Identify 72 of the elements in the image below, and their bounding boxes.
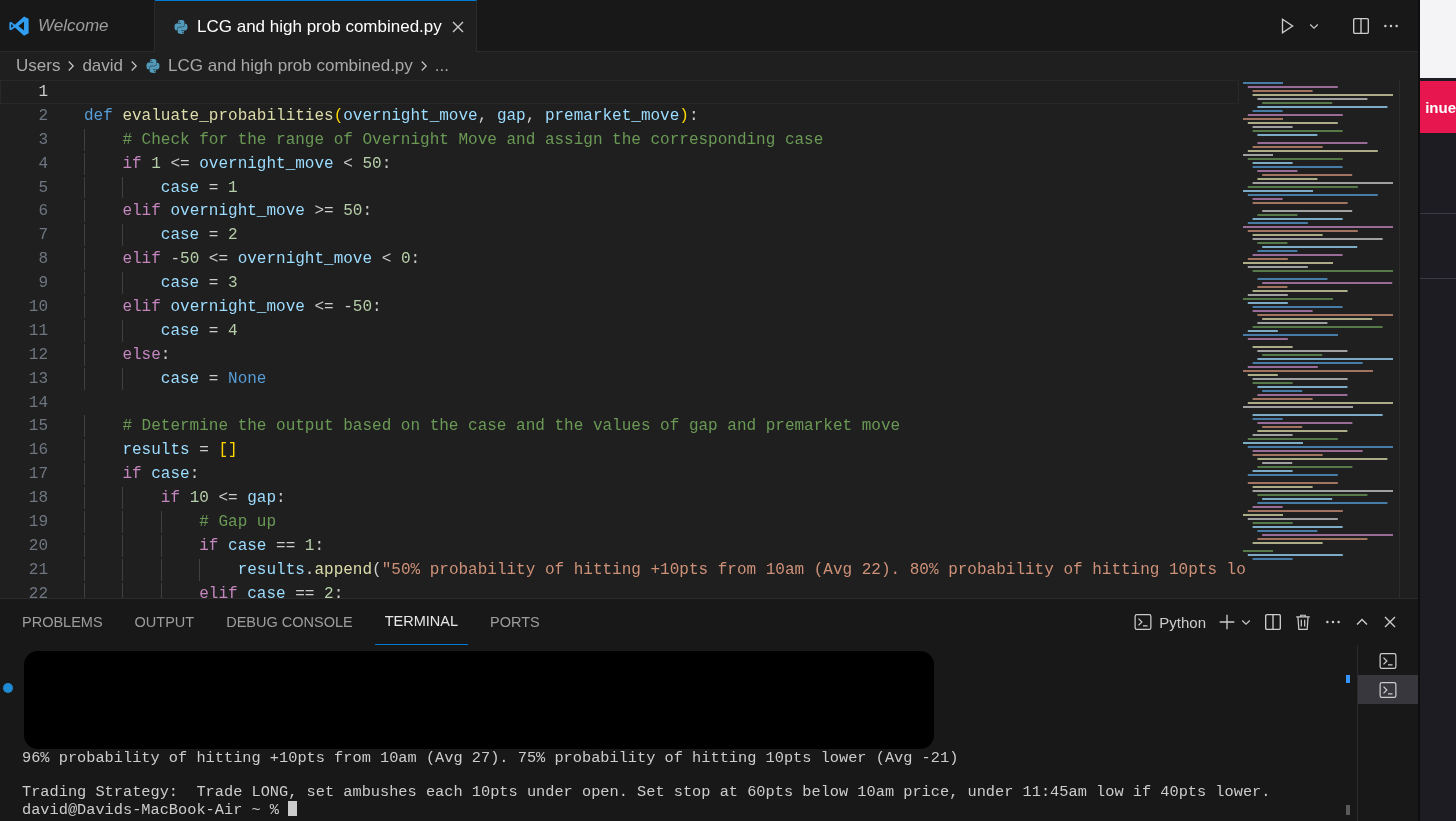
python-file-icon — [173, 18, 189, 35]
line-number: 18 — [27, 488, 48, 510]
code-line: case = None — [84, 367, 267, 390]
terminal-icon — [1379, 680, 1397, 699]
code-line: if case: — [84, 463, 200, 486]
line-number: 22 — [27, 583, 48, 598]
code-line: # Determine the output based on the case and the values of gap and premarket move — [84, 415, 901, 438]
terminal-icon — [1134, 613, 1153, 631]
code-line: results = [] — [84, 439, 238, 462]
editor-tab[interactable]: LCG and high prob combined.py — [155, 0, 477, 52]
python-file-icon — [145, 58, 162, 74]
code-line: # Gap up — [84, 511, 277, 533]
line-number: 10 — [27, 297, 48, 318]
line-number: 16 — [27, 440, 48, 462]
panel-tab[interactable]: PROBLEMS — [12, 599, 113, 645]
terminal-output-line: Trading Strategy: Trade LONG, set ambushes each 10pts under open. Set stop at 60pts below 10am price, under 11:45am low if 40pts lower. — [22, 784, 1271, 801]
line-number: 5 — [37, 177, 48, 199]
terminal-profile[interactable]: Python — [1134, 613, 1206, 631]
terminal-prompt: david@Davids-MacBook-Air ~ % — [22, 801, 298, 819]
code-line: case = 4 — [84, 319, 238, 342]
close-panel-icon[interactable] — [1382, 614, 1398, 630]
code-line: if 10 <= gap: — [84, 487, 286, 510]
line-number: 14 — [27, 392, 48, 414]
code-line: if case == 1: — [84, 534, 325, 557]
line-number: 15 — [27, 416, 48, 438]
split-editor-icon[interactable] — [1352, 16, 1370, 35]
terminal-icon — [1379, 651, 1397, 670]
code-line: else: — [84, 343, 171, 366]
code-line: elif case == 2: — [84, 582, 344, 598]
line-number: 13 — [27, 368, 48, 390]
code-line: case = 2 — [84, 224, 238, 247]
line-number: 9 — [37, 273, 48, 294]
trash-icon[interactable] — [1294, 613, 1312, 631]
line-number: 7 — [37, 225, 48, 247]
line-number: 21 — [27, 559, 48, 581]
terminal-list-item[interactable] — [1358, 675, 1418, 704]
panel-tab[interactable]: PORTS — [480, 599, 550, 645]
code-line: case = 1 — [84, 176, 238, 199]
line-number: 4 — [37, 153, 48, 175]
line-number: 11 — [27, 320, 48, 342]
line-number: 2 — [37, 105, 48, 127]
line-number: 12 — [27, 344, 48, 366]
overview-ruler-mark — [1346, 675, 1350, 683]
breadcrumb-item[interactable]: ... — [434, 56, 449, 76]
continue-button[interactable]: inue — [1420, 81, 1456, 133]
overview-ruler-mark — [1346, 805, 1350, 815]
add-terminal-icon[interactable] — [1218, 613, 1236, 631]
line-number: 17 — [27, 464, 48, 486]
line-number: 20 — [27, 535, 48, 557]
panel-tab[interactable]: DEBUG CONSOLE — [216, 599, 363, 645]
panel-tab[interactable]: OUTPUT — [124, 599, 205, 645]
code-line: def evaluate_probabilities(overnight_move, gap, premarket_move): — [84, 105, 699, 127]
breadcrumb-item[interactable]: Users — [16, 56, 61, 76]
line-number: 19 — [27, 512, 48, 533]
line-number: 8 — [37, 249, 48, 271]
code-line: elif overnight_move >= 50: — [84, 200, 373, 223]
code-line: results.append("50% probability of hitting +10pts from 10am (Avg 22). 80% probability of hitting 10pts lo — [84, 558, 1246, 581]
line-number: 3 — [37, 129, 48, 151]
code-line: case = 3 — [84, 272, 238, 294]
code-line: if 1 <= overnight_move < 50: — [84, 152, 392, 175]
breadcrumb-item[interactable]: LCG and high prob combined.py — [145, 56, 413, 76]
panel-tab[interactable]: TERMINAL — [374, 609, 469, 645]
vscode-logo-icon — [8, 15, 30, 37]
line-number: 1 — [37, 82, 48, 103]
line-number: 6 — [37, 201, 48, 223]
breadcrumb-item[interactable]: david — [82, 56, 124, 76]
terminal-output-line: 96% probability of hitting +10pts from 10am (Avg 27). 75% probability of hitting 10pts lower (Avg -21) — [22, 750, 959, 767]
code-line: # Check for the range of Overnight Move and assign the corresponding case — [84, 128, 824, 151]
command-status-dot — [3, 683, 13, 693]
split-editor-icon[interactable] — [1264, 613, 1282, 631]
code-line: elif overnight_move <= -50: — [84, 296, 382, 318]
code-line: elif -50 <= overnight_move < 0: — [84, 248, 421, 271]
